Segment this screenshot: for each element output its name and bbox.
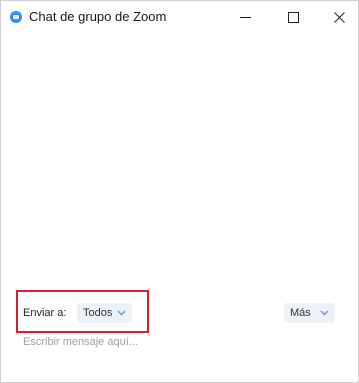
minimize-button[interactable] [223,1,267,33]
zoom-logo-icon [10,11,22,23]
maximize-icon [287,11,299,23]
highlight-annotation [16,290,149,333]
minimize-icon [239,16,251,18]
close-icon [333,11,345,23]
title-bar[interactable]: Chat de grupo de Zoom [1,1,358,33]
chevron-down-icon [320,310,329,316]
message-input[interactable] [23,332,343,352]
close-button[interactable] [317,1,359,33]
maximize-button[interactable] [271,1,315,33]
more-label: Más [290,307,311,319]
window-title: Chat de grupo de Zoom [29,9,167,24]
chat-window: Chat de grupo de Zoom Enviar a: Todos Má… [0,0,359,383]
chat-messages-area[interactable] [1,33,358,283]
more-dropdown[interactable]: Más [284,303,335,323]
